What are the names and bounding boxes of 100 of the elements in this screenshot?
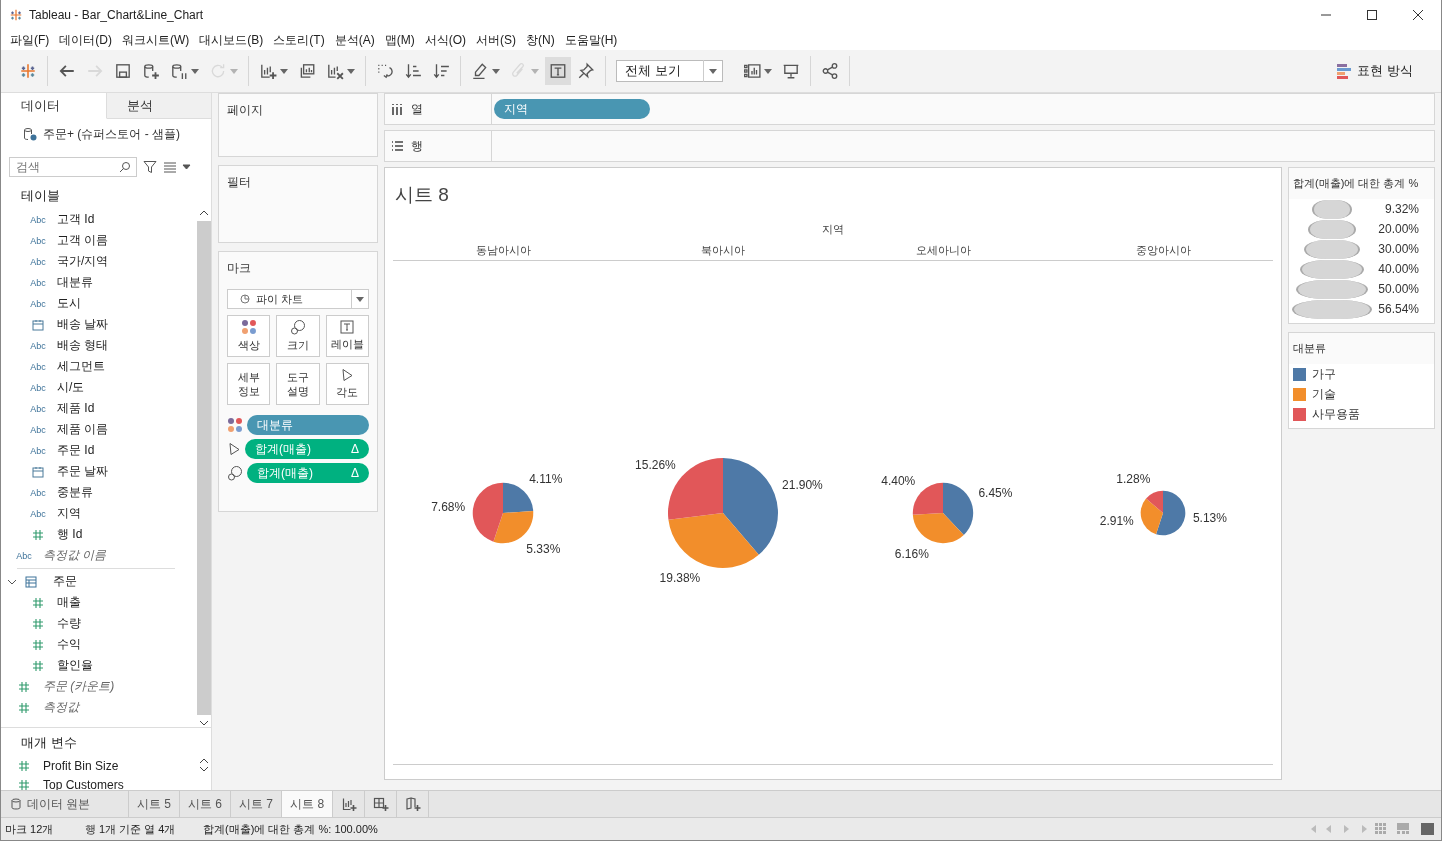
- menu-item[interactable]: 맵(M): [379, 31, 420, 49]
- field-type-label: Abc: [30, 508, 46, 519]
- angle-icon: [340, 368, 355, 383]
- field-type-label: Abc: [30, 361, 46, 372]
- field-item[interactable]: 행 Id: [51, 526, 83, 543]
- filter-icon[interactable]: [143, 160, 157, 174]
- scrollbar[interactable]: [197, 209, 211, 727]
- legend-label: 사무용품: [1312, 405, 1360, 423]
- menu-item[interactable]: 분석(A): [329, 31, 380, 49]
- mark-encoding-button[interactable]: 색상: [227, 315, 271, 357]
- field-type-label: Abc: [30, 256, 46, 267]
- status-text: 합계(매출)에 대한 총계 %: 100.00%: [202, 821, 379, 837]
- pane-tab[interactable]: 분석: [106, 93, 211, 119]
- field-item[interactable]: 배송 날짜: [51, 316, 109, 333]
- field-item[interactable]: 대분류: [51, 274, 93, 291]
- field-item[interactable]: 고객 Id: [51, 211, 95, 228]
- field-type-label: Abc: [30, 424, 46, 435]
- menu-item[interactable]: 데이터(D): [54, 31, 117, 49]
- menu-item[interactable]: 대시보드(B): [194, 31, 269, 49]
- mark-encoding-button[interactable]: 도구 설명: [276, 363, 320, 405]
- field-item[interactable]: 할인율: [51, 657, 93, 674]
- angle-icon: [227, 442, 241, 456]
- legend-label: 9.32%: [1383, 202, 1419, 216]
- list-view-icon[interactable]: [163, 161, 191, 173]
- text-label-button[interactable]: [545, 57, 571, 85]
- size-swatch: [1300, 259, 1364, 279]
- share-icon: [820, 62, 839, 80]
- mark-type-dropdown[interactable]: 파이 차트: [227, 289, 369, 309]
- field-item[interactable]: 중분류: [51, 484, 93, 501]
- shelf-label: 행: [411, 137, 423, 155]
- hash-icon: [32, 596, 44, 609]
- field-item[interactable]: 국가/지역: [51, 253, 109, 270]
- field-item[interactable]: 제품 이름: [51, 421, 109, 438]
- mark-encoding-button[interactable]: 세부 정보: [227, 363, 271, 405]
- field-item[interactable]: 고객 이름: [51, 232, 109, 249]
- data-label: 6.45%: [978, 485, 1013, 500]
- refresh-icon: [209, 62, 227, 80]
- field-item[interactable]: 제품 Id: [51, 400, 95, 417]
- parameter-item[interactable]: Top Customers: [37, 777, 124, 792]
- menu-item[interactable]: 도움말(H): [559, 31, 623, 49]
- menu-item[interactable]: 서식(O): [419, 31, 471, 49]
- menu-item[interactable]: 창(N): [521, 31, 560, 49]
- field-item[interactable]: 주문 날짜: [51, 463, 109, 480]
- database-plus-icon: [142, 62, 160, 80]
- field-item[interactable]: 세그먼트: [51, 358, 105, 375]
- data-label: 4.40%: [881, 473, 916, 488]
- menu-item[interactable]: 파일(F): [5, 31, 55, 49]
- size-swatch: [1308, 219, 1356, 239]
- field-item[interactable]: 측정값 이름: [37, 547, 107, 564]
- close-icon[interactable]: [1413, 10, 1423, 20]
- field-item[interactable]: 도시: [51, 295, 81, 312]
- mark-encoding-button[interactable]: 크기: [276, 315, 320, 357]
- parameter-item[interactable]: Profit Bin Size: [37, 758, 119, 773]
- field-item[interactable]: 매출: [51, 594, 81, 611]
- scroll-arrows-icon[interactable]: [199, 756, 209, 774]
- cards-chart-icon: [742, 62, 761, 80]
- field-item[interactable]: 수량: [51, 615, 81, 632]
- field-item[interactable]: 시/도: [51, 379, 85, 396]
- menu-item[interactable]: 워크시트(W): [117, 31, 195, 49]
- mark-encoding-button[interactable]: 각도: [325, 363, 369, 405]
- database-icon: [23, 127, 37, 141]
- book-plus-icon: [404, 796, 421, 812]
- legend-label: 기술: [1312, 385, 1336, 403]
- column-header: 오세아니아: [915, 244, 971, 256]
- field-item[interactable]: 측정값: [37, 699, 79, 716]
- scroll-up-icon[interactable]: [199, 209, 209, 217]
- pin-icon: [577, 62, 595, 80]
- size-swatch: [1296, 279, 1368, 299]
- data-label: 19.38%: [659, 570, 701, 585]
- duplicate-chart-icon: [298, 62, 316, 80]
- pie-icon: [240, 294, 250, 304]
- text-label-icon: [340, 320, 355, 335]
- mark-encoding-button[interactable]: 레이블: [325, 315, 369, 357]
- field-type-label: Abc: [30, 214, 46, 225]
- chart-plus-icon: [340, 796, 357, 812]
- field-item[interactable]: 배송 형태: [51, 337, 109, 354]
- folder-name[interactable]: 주문: [45, 573, 77, 590]
- maximize-icon[interactable]: [1367, 10, 1377, 20]
- menu-item[interactable]: 서버(S): [471, 31, 521, 49]
- field-type-label: Abc: [30, 235, 46, 246]
- hash-icon: [32, 659, 44, 672]
- field-item[interactable]: 지역: [51, 505, 81, 522]
- sheet-tab[interactable]: 시트 8: [282, 791, 334, 817]
- legend-title: 합계(매출)에 대한 총계 %: [1289, 168, 1434, 199]
- datasource-name[interactable]: 주문+ (슈퍼스토어 - 샘플): [43, 125, 180, 143]
- caret-icon: [356, 296, 364, 302]
- show-me-button[interactable]: 표현 방식: [1333, 58, 1433, 84]
- column-header: 동남아시아: [475, 244, 531, 256]
- scroll-down-icon[interactable]: [199, 719, 209, 727]
- fit-dropdown[interactable]: 전체 보기: [616, 60, 723, 82]
- presentation-icon: [781, 62, 800, 80]
- menu-item[interactable]: 스토리(T): [268, 31, 330, 49]
- grid-plus-icon: [372, 796, 389, 812]
- view-mode-icon[interactable]: [1375, 823, 1435, 835]
- field-item[interactable]: 주문 (카운트): [37, 678, 115, 695]
- caret-icon: [347, 68, 355, 74]
- search-field[interactable]: 검색: [9, 157, 137, 177]
- field-item[interactable]: 주문 Id: [51, 442, 95, 459]
- hash-icon: [18, 778, 30, 791]
- field-item[interactable]: 수익: [51, 636, 81, 653]
